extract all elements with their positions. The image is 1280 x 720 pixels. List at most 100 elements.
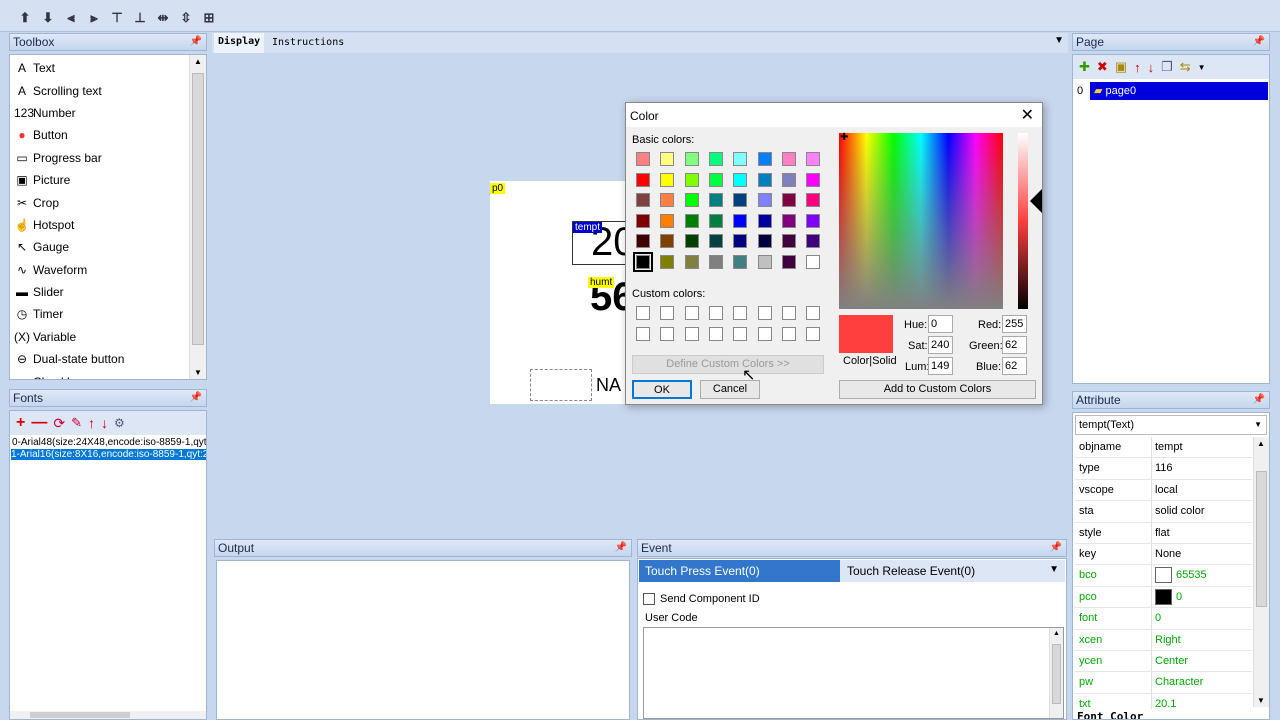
basic-color-swatch[interactable] xyxy=(708,172,723,187)
basic-color-swatch[interactable] xyxy=(806,254,821,269)
pin-icon[interactable]: 📌 xyxy=(1253,392,1265,408)
attribute-row[interactable]: xcen Right xyxy=(1075,629,1252,651)
tab-display[interactable]: Display xyxy=(214,33,265,53)
attribute-row[interactable]: pco 0 xyxy=(1075,586,1252,609)
font-item-1[interactable]: 1-Arial16(size:8X16,encode:iso-8859-1,qy… xyxy=(11,449,206,460)
pin-icon[interactable]: 📌 xyxy=(1050,540,1062,556)
basic-color-swatch[interactable] xyxy=(733,172,748,187)
event-dropdown-icon[interactable]: ▼ xyxy=(1049,564,1059,575)
basic-color-swatch[interactable] xyxy=(660,213,675,228)
basic-color-swatch[interactable] xyxy=(636,152,650,166)
tab-touch-press[interactable]: Touch Press Event(0) xyxy=(639,560,840,582)
attribute-row[interactable]: ycen Center xyxy=(1075,651,1252,673)
hue-input[interactable]: 0 xyxy=(928,315,953,333)
arrow-up-icon[interactable]: ⬆ xyxy=(16,9,34,27)
custom-color-swatch[interactable] xyxy=(757,326,772,341)
attribute-row[interactable]: sta solid color xyxy=(1075,501,1252,523)
attribute-row[interactable]: type 116 xyxy=(1075,458,1252,480)
waveform-component[interactable] xyxy=(530,369,592,401)
attribute-row[interactable]: bco 65535 xyxy=(1075,565,1252,587)
define-custom-colors-button[interactable]: Define Custom Colors >> xyxy=(632,355,824,374)
attribute-row[interactable]: style flat xyxy=(1075,522,1252,544)
attribute-row[interactable]: pw Character xyxy=(1075,672,1252,694)
attribute-row[interactable]: vscope local xyxy=(1075,479,1252,502)
move-down-icon[interactable]: ↓ xyxy=(1148,60,1155,75)
basic-color-swatch[interactable] xyxy=(806,193,821,207)
add-icon[interactable]: + xyxy=(16,414,25,432)
edit-icon[interactable]: ✎ xyxy=(71,415,82,431)
basic-color-swatch[interactable] xyxy=(757,234,772,248)
lum-input[interactable]: 149 xyxy=(928,357,953,375)
remove-icon[interactable]: — xyxy=(31,414,47,432)
color-spectrum[interactable] xyxy=(839,133,1003,309)
luminance-arrow-icon[interactable] xyxy=(1030,189,1042,213)
basic-color-swatch[interactable] xyxy=(733,152,748,166)
basic-color-swatch[interactable] xyxy=(757,213,772,228)
align-right-icon[interactable]: ⫸ xyxy=(85,9,103,27)
basic-color-swatch[interactable] xyxy=(660,234,675,248)
basic-color-swatch[interactable] xyxy=(684,254,699,269)
custom-color-swatch[interactable] xyxy=(660,306,675,320)
basic-color-swatch[interactable] xyxy=(781,213,796,228)
pin-icon[interactable]: 📌 xyxy=(1253,34,1265,50)
basic-color-swatch[interactable] xyxy=(806,234,821,248)
basic-color-swatch[interactable] xyxy=(660,254,675,269)
basic-color-swatch[interactable] xyxy=(684,152,699,166)
tempt-component[interactable]: 20 tempt xyxy=(572,221,630,265)
hscroll-thumb[interactable] xyxy=(30,712,130,718)
basic-color-swatch[interactable] xyxy=(806,152,821,166)
move-down-icon[interactable]: ↓ xyxy=(101,415,108,431)
custom-color-swatch[interactable] xyxy=(781,306,796,320)
custom-color-swatch[interactable] xyxy=(733,326,748,341)
basic-color-swatch[interactable] xyxy=(757,172,772,187)
dropdown-icon[interactable]: ▼ xyxy=(1198,63,1206,72)
tabs-dropdown-icon[interactable]: ▼ xyxy=(1054,35,1064,46)
basic-color-swatch[interactable] xyxy=(636,193,650,207)
scroll-down-icon[interactable]: ▼ xyxy=(1257,696,1265,705)
code-scrollbar[interactable]: ▲ xyxy=(1049,628,1063,718)
basic-color-swatch[interactable] xyxy=(781,254,796,269)
grid-icon[interactable]: ⊞ xyxy=(200,9,218,27)
tool-item[interactable]: ☝ Hotspot xyxy=(10,214,189,236)
custom-color-swatch[interactable] xyxy=(660,326,675,341)
custom-color-swatch[interactable] xyxy=(636,326,650,341)
attribute-row[interactable]: txt 20.1 xyxy=(1075,693,1252,709)
basic-color-swatch[interactable] xyxy=(684,213,699,228)
tool-item[interactable]: ■Checkbox xyxy=(10,370,189,379)
red-input[interactable]: 255 xyxy=(1002,315,1027,333)
tool-item[interactable]: A Scrolling text xyxy=(10,79,189,101)
center-horizontal-icon[interactable]: ⇹ xyxy=(154,9,172,27)
basic-color-swatch[interactable] xyxy=(781,234,796,248)
align-left-icon[interactable]: ⫷ xyxy=(62,9,80,27)
font-item-0[interactable]: 0-Arial48(size:24X48,encode:iso-8859-1,q… xyxy=(12,437,206,448)
humt-component[interactable]: 56 humt xyxy=(586,277,630,321)
scroll-up-icon[interactable]: ▲ xyxy=(1257,439,1265,448)
attribute-scrollbar[interactable]: ▲ ▼ xyxy=(1253,437,1269,707)
tool-item[interactable]: A Text xyxy=(10,57,189,79)
tool-item[interactable]: ↖ Gauge xyxy=(10,236,189,258)
page-item[interactable]: ▰ page0 xyxy=(1090,82,1268,100)
basic-color-swatch[interactable] xyxy=(684,193,699,207)
basic-color-swatch[interactable] xyxy=(708,213,723,228)
move-up-icon[interactable]: ↑ xyxy=(88,415,95,431)
basic-color-swatch[interactable] xyxy=(781,152,796,166)
basic-color-swatch[interactable] xyxy=(806,213,821,228)
scroll-thumb[interactable] xyxy=(1052,644,1061,704)
basic-color-swatch[interactable] xyxy=(684,234,699,248)
tab-touch-release[interactable]: Touch Release Event(0) xyxy=(847,560,975,582)
add-page-icon[interactable]: ✚ xyxy=(1079,59,1090,75)
toolbox-scrollbar[interactable]: ▲ ▼ xyxy=(189,55,206,379)
tool-item[interactable]: ▬ Slider xyxy=(10,281,189,303)
basic-color-swatch[interactable] xyxy=(660,172,675,187)
ok-button[interactable]: OK xyxy=(632,380,692,399)
basic-color-swatch[interactable] xyxy=(781,193,796,207)
scroll-up-icon[interactable]: ▲ xyxy=(1053,630,1060,637)
center-vertical-icon[interactable]: ⇳ xyxy=(177,9,195,27)
attribute-row[interactable]: key None xyxy=(1075,544,1252,566)
pin-icon[interactable]: 📌 xyxy=(190,34,202,50)
basic-color-swatch[interactable] xyxy=(733,234,748,248)
basic-color-swatch[interactable] xyxy=(660,152,675,166)
scroll-up-icon[interactable]: ▲ xyxy=(194,57,202,66)
custom-color-swatch[interactable] xyxy=(806,306,821,320)
tool-item[interactable]: ▣ Picture xyxy=(10,169,189,191)
